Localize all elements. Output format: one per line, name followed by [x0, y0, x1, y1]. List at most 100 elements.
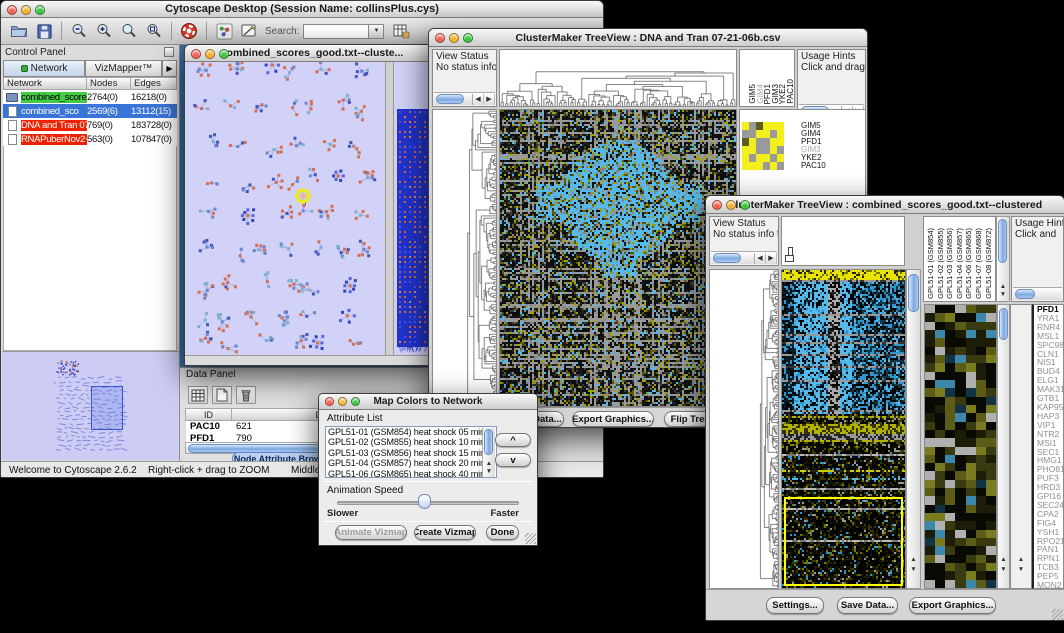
- scroll-up-icon[interactable]: ▲: [1011, 556, 1031, 564]
- minimize-icon[interactable]: [449, 33, 459, 43]
- search-dropdown-icon[interactable]: ▼: [369, 24, 384, 39]
- horizontal-scrollbar[interactable]: [1013, 287, 1062, 300]
- zoom-fit-icon[interactable]: [143, 20, 165, 42]
- slider-thumb[interactable]: [418, 494, 431, 509]
- scrollbar-thumb[interactable]: [1015, 289, 1035, 299]
- resize-grip[interactable]: [1052, 609, 1063, 620]
- network-window-titlebar[interactable]: combined_scores_good.txt--cluste...: [185, 45, 439, 62]
- scrollbar-arrows[interactable]: ◀▶: [472, 94, 495, 105]
- matrix-cell[interactable]: [763, 130, 770, 138]
- matrix-cell[interactable]: [777, 154, 784, 162]
- scrollbar-thumb[interactable]: [436, 94, 464, 104]
- matrix-cell[interactable]: [756, 138, 763, 146]
- matrix-cell[interactable]: [749, 138, 756, 146]
- attribute-list-item[interactable]: GPL51-06 (GSM865) heat shock 40 min: [326, 469, 496, 478]
- tab-network[interactable]: Network: [3, 60, 85, 77]
- create-vizmapbutton[interactable]: Create Vizmap: [414, 525, 476, 540]
- matrix-cell[interactable]: [749, 130, 756, 138]
- matrix-cell[interactable]: [763, 162, 770, 170]
- scrollbar-thumb[interactable]: [908, 274, 919, 312]
- vertical-scrollbar[interactable]: ▲ ▼: [482, 428, 495, 477]
- zoom-window-icon[interactable]: [740, 200, 750, 210]
- attribute-list[interactable]: GPL51-01 (GSM854) heat shock 05 minGPL51…: [325, 426, 497, 478]
- gene-label[interactable]: MON2: [1034, 581, 1063, 589]
- column-dendrogram-canvas[interactable]: [500, 50, 736, 106]
- scroll-up-icon[interactable]: ▲: [997, 283, 1009, 291]
- column-dendrogram-canvas[interactable]: [782, 217, 904, 265]
- export-graphics-button[interactable]: Export Graphics...: [909, 597, 996, 614]
- move-up-button[interactable]: ^: [495, 433, 531, 447]
- attribute-list-item[interactable]: GPL51-04 (GSM857) heat shock 20 min: [326, 458, 496, 468]
- matrix-cell[interactable]: [742, 130, 749, 138]
- export-graphics-button[interactable]: Export Graphics...: [572, 411, 654, 427]
- matrix-cell[interactable]: [770, 138, 777, 146]
- import-table-icon[interactable]: [390, 20, 412, 42]
- network-list-row[interactable]: combined_sco2569(6)13112(15): [3, 104, 177, 118]
- float-panel-icon[interactable]: [164, 47, 174, 57]
- minimize-icon[interactable]: [338, 397, 347, 406]
- global-heatmap-scrollbar[interactable]: ▲ ▼: [906, 269, 921, 589]
- scroll-up-icon[interactable]: ▲: [483, 460, 495, 468]
- matrix-cell[interactable]: [777, 138, 784, 146]
- minimize-icon[interactable]: [726, 200, 736, 210]
- tab-vizmapper[interactable]: VizMapper™: [85, 60, 162, 77]
- matrix-cell[interactable]: [777, 162, 784, 170]
- scrollbar-thumb[interactable]: [484, 429, 493, 455]
- scrollbar-thumb[interactable]: [713, 253, 741, 263]
- matrix-cell[interactable]: [770, 154, 777, 162]
- resize-grip[interactable]: [525, 533, 536, 544]
- matrix-cell[interactable]: [777, 146, 784, 154]
- matrix-cell[interactable]: [763, 138, 770, 146]
- scroll-up-icon[interactable]: ▲: [998, 556, 1009, 564]
- matrix-cell[interactable]: [777, 130, 784, 138]
- matrix-cell[interactable]: [742, 162, 749, 170]
- matrix-cell[interactable]: [742, 138, 749, 146]
- scroll-up-icon[interactable]: ▲: [907, 556, 920, 564]
- matrix-cell[interactable]: [770, 146, 777, 154]
- main-window-titlebar[interactable]: Cytoscape Desktop (Session Name: collins…: [1, 1, 603, 18]
- help-icon[interactable]: [178, 20, 200, 42]
- attribute-list-item[interactable]: GPL51-03 (GSM856) heat shock 15 min: [326, 448, 496, 458]
- scrollbar-thumb[interactable]: [999, 308, 1008, 340]
- close-icon[interactable]: [191, 49, 201, 59]
- horizontal-scrollbar[interactable]: ◀▶: [711, 251, 777, 264]
- network-split-divider[interactable]: [385, 62, 394, 355]
- matrix-cell[interactable]: [756, 130, 763, 138]
- scrollbar-arrows[interactable]: ◀▶: [754, 253, 777, 264]
- selection-rectangle[interactable]: [784, 497, 903, 586]
- close-icon[interactable]: [435, 33, 445, 43]
- zoom-window-icon[interactable]: [219, 49, 229, 59]
- treeview-dna-titlebar[interactable]: ClusterMaker TreeView : DNA and Tran 07-…: [429, 29, 867, 47]
- scroll-down-icon[interactable]: ▼: [907, 566, 920, 574]
- zoom-in-icon[interactable]: [93, 20, 115, 42]
- matrix-cell[interactable]: [770, 162, 777, 170]
- scroll-down-icon[interactable]: ▼: [998, 566, 1009, 574]
- zoom-window-icon[interactable]: [463, 33, 473, 43]
- matrix-cell[interactable]: [749, 146, 756, 154]
- matrix-cell[interactable]: [770, 122, 777, 130]
- column-labels-scrollbar[interactable]: ▲ ▼: [996, 216, 1010, 302]
- annotation-icon[interactable]: [238, 20, 260, 42]
- close-icon[interactable]: [7, 5, 17, 15]
- settings-button[interactable]: Settings...: [766, 597, 824, 614]
- zoom-window-icon[interactable]: [35, 5, 45, 15]
- delete-icon[interactable]: [236, 386, 256, 404]
- zoom-heatmap-matrix[interactable]: [742, 122, 784, 170]
- close-icon[interactable]: [325, 397, 334, 406]
- column-header-id[interactable]: ID: [185, 408, 232, 421]
- global-heatmap-canvas[interactable]: [500, 110, 736, 406]
- treeview-combined-titlebar[interactable]: ClusterMaker TreeView : combined_scores_…: [706, 196, 1064, 214]
- network-list-row[interactable]: DNA and Tran 07769(0)183728(0): [3, 118, 177, 132]
- save-data-button[interactable]: Save Data...: [837, 597, 898, 614]
- scrollbar-thumb[interactable]: [998, 219, 1007, 263]
- tab-overflow-arrow[interactable]: ▶: [162, 60, 177, 77]
- zoom-selected-icon[interactable]: [118, 20, 140, 42]
- donebutton[interactable]: Done: [486, 525, 519, 540]
- open-folder-icon[interactable]: [8, 20, 30, 42]
- attribute-list-item[interactable]: GPL51-02 (GSM855) heat shock 10 min: [326, 437, 496, 447]
- matrix-cell[interactable]: [763, 146, 770, 154]
- matrix-cell[interactable]: [742, 122, 749, 130]
- network-canvas[interactable]: [187, 62, 385, 355]
- column-header-edges[interactable]: Edges: [131, 77, 177, 90]
- matrix-cell[interactable]: [763, 154, 770, 162]
